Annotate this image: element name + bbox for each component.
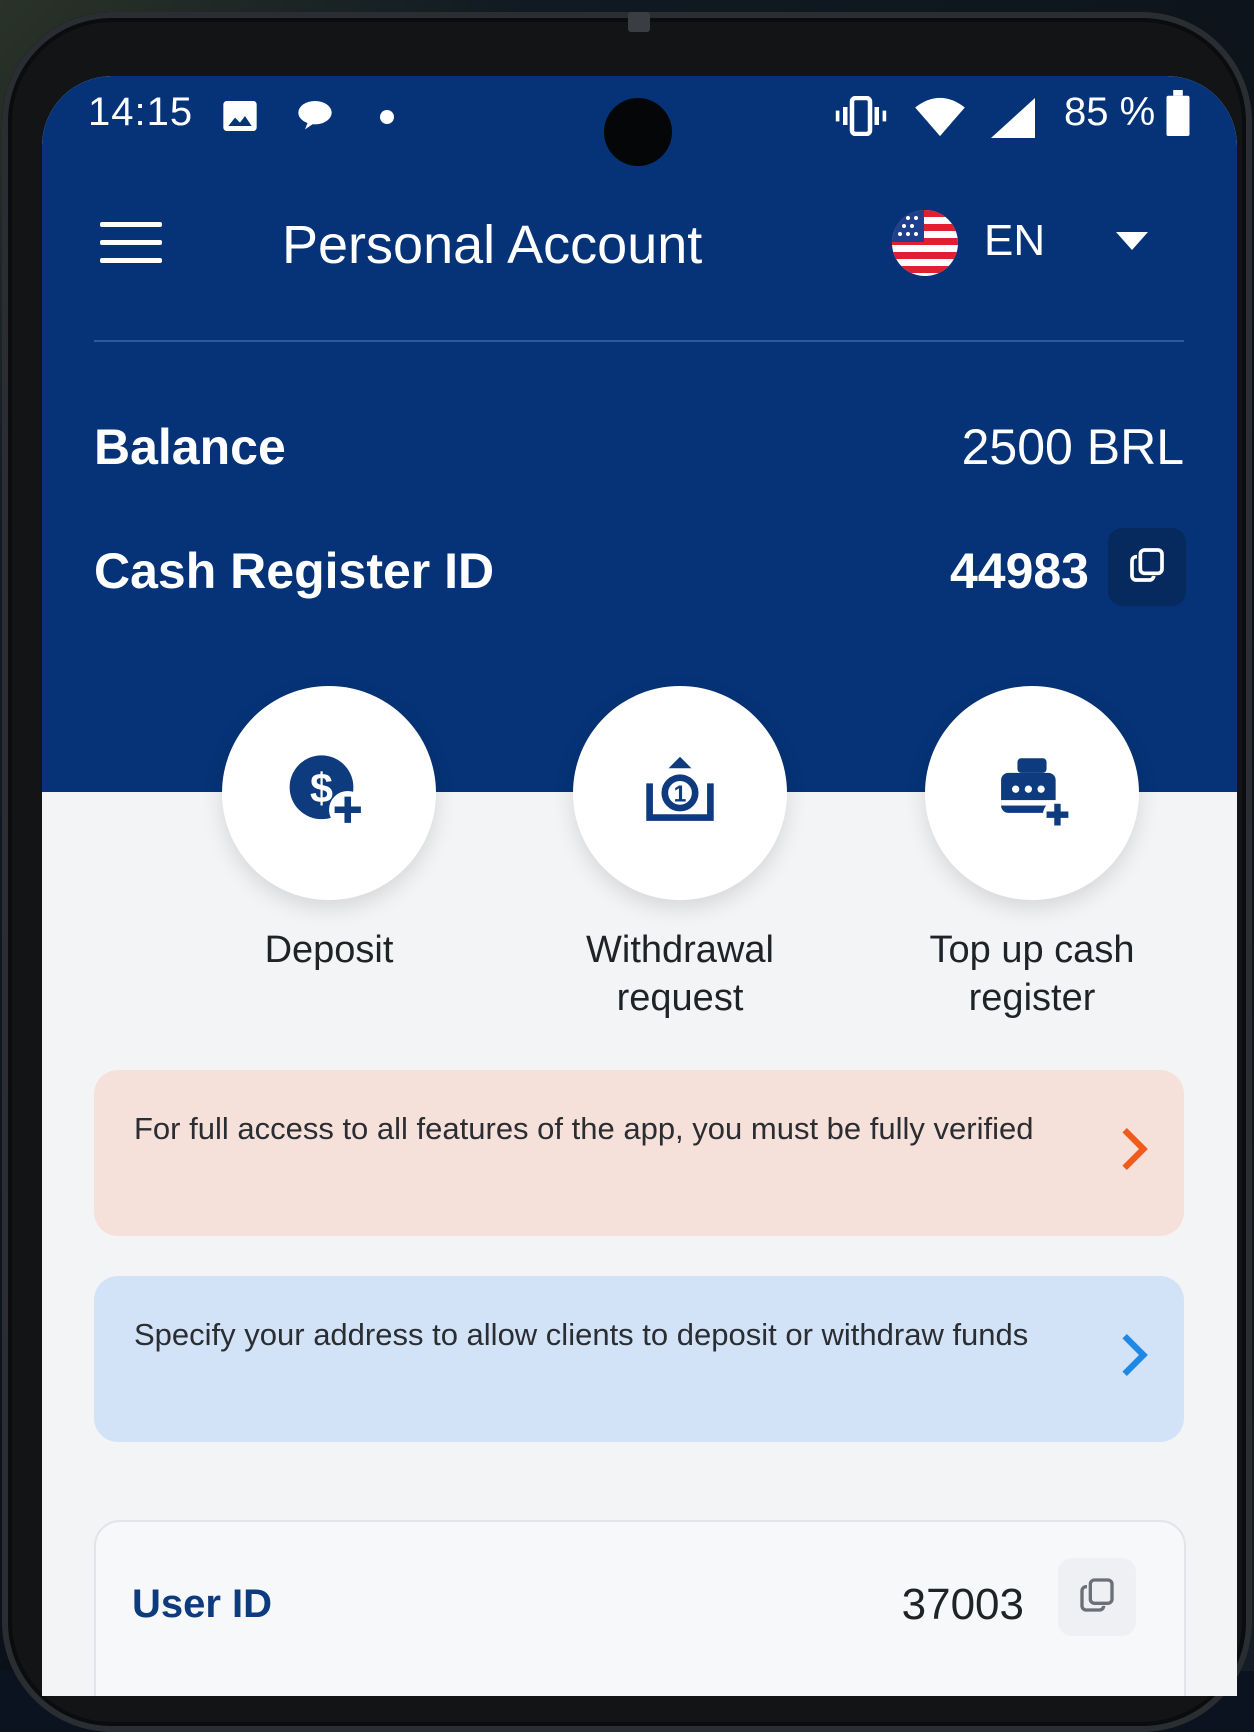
status-bar: 14:15 85 % [42,76,1237,166]
user-id-label: User ID [132,1582,273,1626]
chat-bubble-icon [294,96,336,141]
battery-percent: 85 % [1064,90,1156,134]
top-up-action[interactable]: Top up cash register [862,686,1202,1022]
withdrawal-button[interactable]: 1 [573,686,787,900]
chevron-right-icon [1118,1332,1148,1383]
copy-cash-register-button[interactable] [1108,528,1186,606]
page-title: Personal Account [282,215,703,275]
menu-icon-line [100,258,162,263]
verification-text: For full access to all features of the a… [134,1111,1034,1146]
cash-register-plus-icon [992,751,1072,836]
top-up-button[interactable] [925,686,1139,900]
user-id-card: User ID 37003 [94,1520,1186,1696]
withdrawal-action[interactable]: 1 Withdrawal request [510,686,850,1022]
wifi-icon [912,96,968,143]
app-screen: 14:15 85 % Personal Account EN Balance 2… [42,76,1237,1696]
user-id-value: 37003 [901,1580,1024,1629]
withdrawal-label: Withdrawal request [586,929,774,1019]
us-flag-icon [892,210,958,276]
cash-register-value: 44983 [949,543,1089,599]
dollar-plus-icon: $ [284,746,374,841]
front-camera [604,98,672,166]
chevron-right-icon [1118,1126,1148,1177]
language-code: EN [984,216,1046,265]
phone-sensor [628,12,650,32]
copy-icon [1127,545,1167,590]
svg-text:1: 1 [674,780,687,806]
deposit-label: Deposit [264,929,394,971]
address-banner[interactable]: Specify your address to allow clients to… [94,1276,1184,1442]
cash-register-label: Cash Register ID [94,543,495,599]
language-selector[interactable]: EN [892,206,1212,286]
vibrate-icon [834,95,888,141]
notification-dot-icon [380,110,394,129]
withdraw-cash-icon: 1 [642,753,718,834]
address-text: Specify your address to allow clients to… [134,1317,1029,1352]
status-time: 14:15 [88,90,194,134]
top-up-label: Top up cash register [929,929,1135,1019]
battery-icon [1166,90,1190,141]
deposit-button[interactable]: $ [222,686,436,900]
copy-user-id-button[interactable] [1058,1558,1136,1636]
balance-value: 2500 BRL [961,419,1184,475]
copy-icon [1077,1575,1117,1620]
signal-icon [988,96,1038,145]
menu-icon-line [100,222,162,227]
svg-text:$: $ [310,765,333,811]
image-icon [220,96,260,141]
chevron-down-icon [1116,232,1148,250]
header-divider [94,340,1184,342]
menu-button[interactable] [100,222,162,268]
balance-label: Balance [94,419,286,475]
menu-icon-line [100,240,162,245]
deposit-action[interactable]: $ Deposit [159,686,499,974]
verification-banner[interactable]: For full access to all features of the a… [94,1070,1184,1236]
